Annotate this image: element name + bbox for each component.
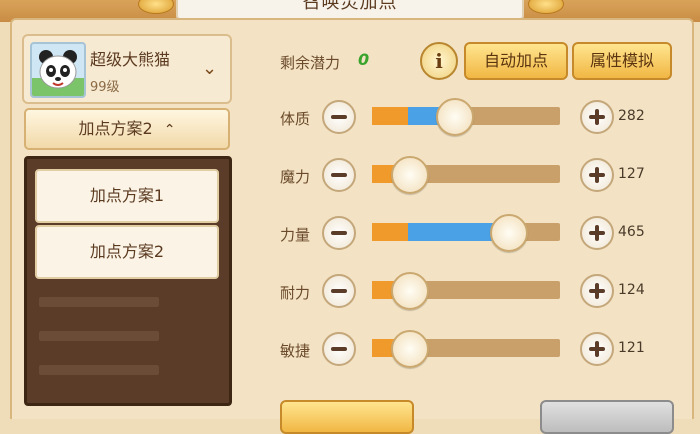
stat-row: 敏捷 121 <box>280 328 660 372</box>
minus-icon <box>331 115 347 119</box>
minus-icon <box>331 347 347 351</box>
increase-button[interactable] <box>580 158 614 192</box>
stat-label: 体质 <box>280 110 311 128</box>
obscured-attribute-row <box>39 297 159 307</box>
decrease-button[interactable] <box>322 100 356 134</box>
slider-handle[interactable] <box>490 214 529 252</box>
slider-handle[interactable] <box>435 98 474 136</box>
pet-selector[interactable]: 超级大熊猫 99级 ⌄ <box>22 34 232 104</box>
stat-value: 282 <box>618 108 645 124</box>
bottom-right-button[interactable] <box>540 400 674 434</box>
base-fill <box>372 223 408 241</box>
stat-label: 敏捷 <box>280 342 311 360</box>
auto-assign-button[interactable]: 自动加点 <box>464 42 568 80</box>
decrease-button[interactable] <box>322 274 356 308</box>
increase-button[interactable] <box>580 274 614 308</box>
stat-value: 465 <box>618 224 645 240</box>
chevron-up-icon: ⌃ <box>163 122 176 138</box>
plus-icon-stroke <box>595 341 599 357</box>
plus-icon-stroke <box>595 283 599 299</box>
stat-slider[interactable] <box>372 330 560 368</box>
slider-handle[interactable] <box>390 156 429 194</box>
plus-icon-stroke <box>595 167 599 183</box>
obscured-attribute-row <box>39 331 159 341</box>
minus-icon <box>331 231 347 235</box>
scheme-current-label: 加点方案2 <box>78 119 153 138</box>
window-title: 召唤灵加点 <box>302 0 398 13</box>
plus-icon-stroke <box>595 225 599 241</box>
decrease-button[interactable] <box>322 332 356 366</box>
chevron-down-icon: ⌄ <box>202 58 218 79</box>
stat-label: 魔力 <box>280 168 311 186</box>
increase-button[interactable] <box>580 100 614 134</box>
stat-label: 力量 <box>280 226 311 244</box>
bottom-left-button[interactable] <box>280 400 414 434</box>
scheme-option-2[interactable]: 加点方案2 <box>35 225 219 279</box>
title-plate: 召唤灵加点 <box>176 0 524 20</box>
base-fill <box>372 107 408 125</box>
pet-level: 99级 <box>90 80 120 95</box>
potential-value: 0 <box>358 50 370 69</box>
stat-value: 127 <box>618 166 645 182</box>
stat-row: 魔力 127 <box>280 154 660 198</box>
stat-slider[interactable] <box>372 156 560 194</box>
scheme-dropdown[interactable]: 加点方案2 ⌃ <box>24 108 230 150</box>
stat-slider[interactable] <box>372 214 560 252</box>
stat-row: 体质 282 <box>280 96 660 140</box>
stat-label: 耐力 <box>280 284 311 302</box>
decrease-button[interactable] <box>322 158 356 192</box>
avatar <box>30 42 86 98</box>
potential-label: 剩余潜力 <box>280 54 341 72</box>
stat-slider[interactable] <box>372 98 560 136</box>
slider-handle[interactable] <box>390 330 429 368</box>
pet-name: 超级大熊猫 <box>90 50 171 69</box>
scheme-option-1[interactable]: 加点方案1 <box>35 169 219 223</box>
info-icon: i <box>435 49 443 73</box>
panda-icon <box>32 50 84 96</box>
slider-handle[interactable] <box>390 272 429 310</box>
info-button[interactable]: i <box>420 42 458 80</box>
plus-icon-stroke <box>595 109 599 125</box>
stat-value: 124 <box>618 282 645 298</box>
stat-slider[interactable] <box>372 272 560 310</box>
increase-button[interactable] <box>580 216 614 250</box>
obscured-attribute-row <box>39 365 159 375</box>
minus-icon <box>331 289 347 293</box>
stat-row: 耐力 124 <box>280 270 660 314</box>
simulate-button[interactable]: 属性模拟 <box>572 42 672 80</box>
minus-icon <box>331 173 347 177</box>
decrease-button[interactable] <box>322 216 356 250</box>
scheme-dropdown-menu: 加点方案1 加点方案2 <box>24 156 232 406</box>
stat-value: 121 <box>618 340 645 356</box>
increase-button[interactable] <box>580 332 614 366</box>
stat-row: 力量 465 <box>280 212 660 256</box>
